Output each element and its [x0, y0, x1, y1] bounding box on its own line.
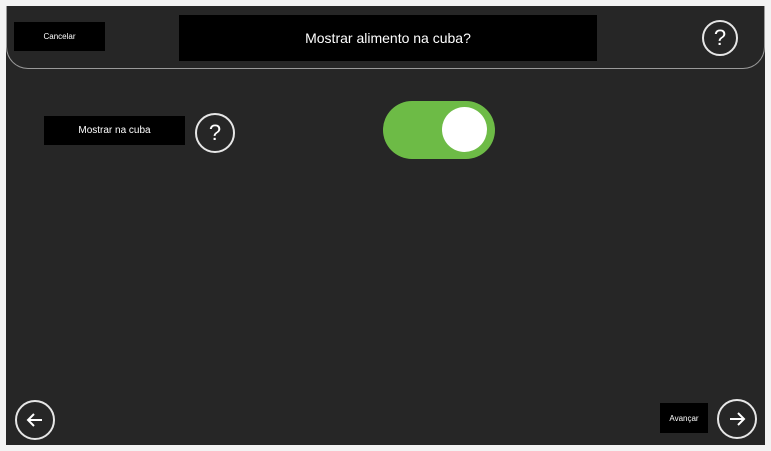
toggle-knob	[442, 107, 487, 152]
next-button[interactable]	[717, 399, 757, 439]
arrow-right-icon	[730, 412, 746, 426]
cancel-button[interactable]: Cancelar	[14, 22, 105, 51]
header-bar: Cancelar Mostrar alimento na cuba? ?	[6, 6, 765, 69]
setting-help-button[interactable]: ?	[195, 113, 235, 153]
question-mark-icon: ?	[208, 120, 222, 145]
page-title: Mostrar alimento na cuba?	[179, 15, 597, 61]
question-mark-icon: ?	[713, 25, 727, 50]
back-button[interactable]	[15, 400, 55, 440]
arrow-left-icon	[26, 413, 42, 427]
next-button-label[interactable]: Avançar	[660, 403, 708, 433]
help-button[interactable]: ?	[702, 20, 738, 56]
setting-label: Mostrar na cuba	[44, 116, 185, 145]
show-in-tray-toggle[interactable]	[383, 101, 495, 159]
screen: Cancelar Mostrar alimento na cuba? ? Mos…	[6, 6, 765, 445]
